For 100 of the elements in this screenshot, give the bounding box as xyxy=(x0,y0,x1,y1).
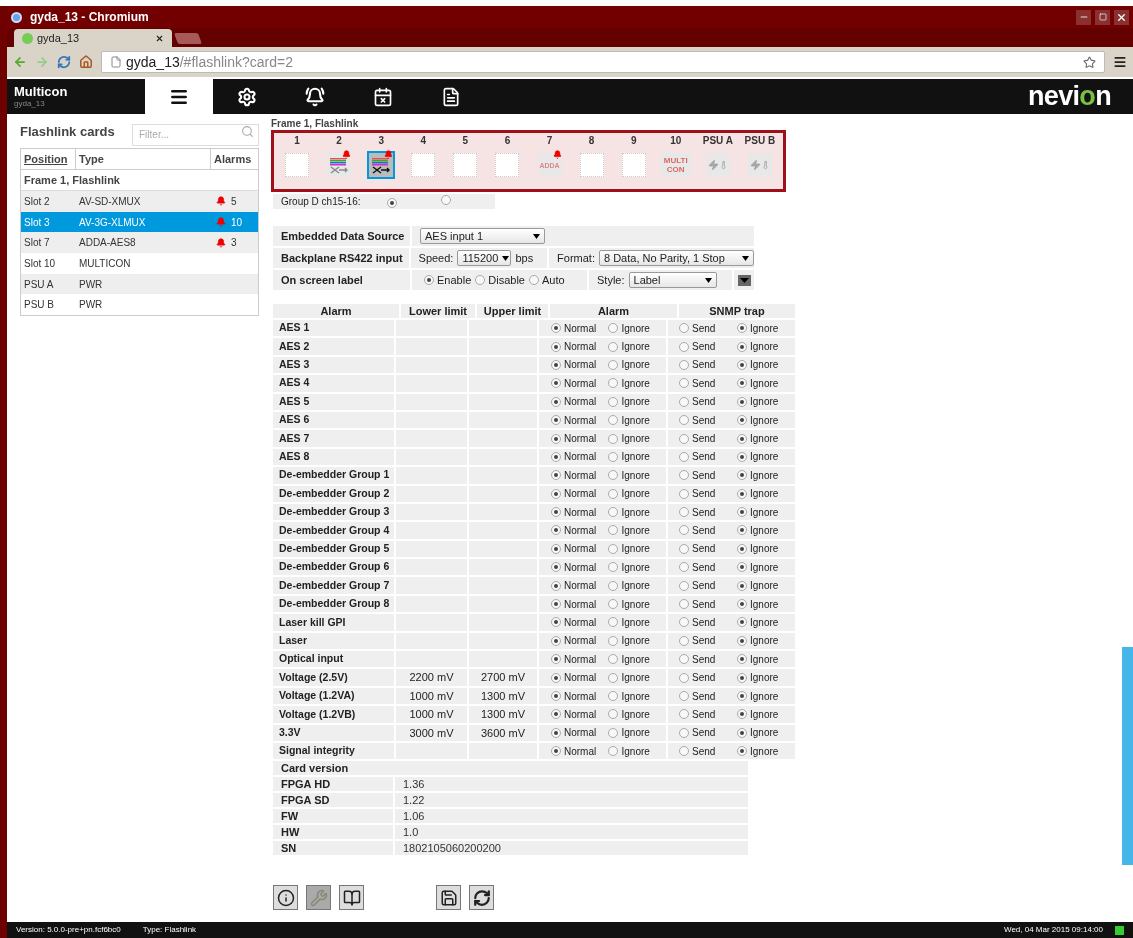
filter-field[interactable]: Filter... xyxy=(132,123,259,146)
radio-button[interactable] xyxy=(737,727,747,738)
radio-button[interactable] xyxy=(608,727,619,738)
radio-button[interactable] xyxy=(737,562,747,573)
radio-button[interactable] xyxy=(551,396,561,407)
radio-button[interactable] xyxy=(737,323,747,334)
radio-button[interactable] xyxy=(608,359,619,370)
radio-button[interactable] xyxy=(608,378,619,389)
radio-button[interactable] xyxy=(608,562,619,573)
radio-button[interactable] xyxy=(386,198,397,208)
radio-button[interactable] xyxy=(608,599,619,610)
radio-button[interactable] xyxy=(737,654,747,665)
home-icon[interactable] xyxy=(79,55,93,69)
radio-button[interactable] xyxy=(737,635,747,646)
card-row[interactable]: Slot 2 AV-SD-XMUX 5 xyxy=(21,191,258,212)
radio-button[interactable] xyxy=(440,195,451,205)
radio-button[interactable] xyxy=(737,470,747,481)
radio-button[interactable] xyxy=(528,275,539,285)
radio-button[interactable] xyxy=(551,507,561,518)
radio-button[interactable] xyxy=(608,396,619,407)
radio-button[interactable] xyxy=(551,727,561,738)
radio-button[interactable] xyxy=(679,691,689,701)
radio-button[interactable] xyxy=(551,359,561,370)
radio-button[interactable] xyxy=(551,580,561,591)
radio-button[interactable] xyxy=(551,599,561,610)
radio-button[interactable] xyxy=(551,617,561,628)
toolbar-button[interactable] xyxy=(436,885,461,911)
radio-button[interactable] xyxy=(608,323,619,334)
radio-button[interactable] xyxy=(551,672,561,683)
browser-tab[interactable]: gyda_13 xyxy=(14,29,172,47)
radio-button[interactable] xyxy=(679,507,689,518)
radio-button[interactable] xyxy=(608,415,619,426)
radio-button[interactable] xyxy=(737,525,747,536)
card-row[interactable]: Slot 7 ADDA-AES8 3 xyxy=(21,232,258,254)
radio-button[interactable] xyxy=(679,727,689,738)
column-header[interactable]: Type xyxy=(76,149,211,169)
radio-button[interactable] xyxy=(551,378,561,389)
radio-button[interactable] xyxy=(608,507,619,518)
maximize-button[interactable] xyxy=(1095,9,1110,25)
new-tab-button[interactable] xyxy=(174,33,202,44)
radio-button[interactable] xyxy=(608,691,619,701)
radio-button[interactable] xyxy=(608,451,619,462)
radio-button[interactable] xyxy=(679,378,689,389)
radio-button[interactable] xyxy=(737,451,747,462)
radio-button[interactable] xyxy=(737,341,747,352)
radio-button[interactable] xyxy=(608,433,619,444)
radio-button[interactable] xyxy=(551,562,561,573)
radio-button[interactable] xyxy=(424,275,434,285)
radio-button[interactable] xyxy=(551,488,561,499)
radio-button[interactable] xyxy=(679,415,689,426)
radio-button[interactable] xyxy=(679,323,689,334)
radio-button[interactable] xyxy=(679,543,689,554)
radio-button[interactable] xyxy=(608,543,619,554)
radio-button[interactable] xyxy=(608,580,619,591)
mux-card-slot[interactable] xyxy=(327,153,352,177)
radio-button[interactable] xyxy=(679,599,689,610)
toolbar-button[interactable] xyxy=(339,885,364,911)
format-select[interactable]: 8 Data, No Parity, 1 Stop xyxy=(599,250,754,266)
radio-button[interactable] xyxy=(608,470,619,481)
radio-button[interactable] xyxy=(551,654,561,665)
radio-button[interactable] xyxy=(679,433,689,444)
card-row[interactable]: PSU A PWR xyxy=(21,273,258,295)
radio-button[interactable] xyxy=(737,746,747,757)
address-bar[interactable]: gyda_13/#flashlink?card=2 xyxy=(101,51,1105,73)
close-button[interactable] xyxy=(1114,9,1129,25)
radio-button[interactable] xyxy=(551,341,561,352)
nav-tab[interactable] xyxy=(145,79,213,114)
radio-button[interactable] xyxy=(737,580,747,591)
radio-button[interactable] xyxy=(551,543,561,554)
radio-button[interactable] xyxy=(737,709,747,720)
radio-button[interactable] xyxy=(551,470,561,481)
radio-button[interactable] xyxy=(551,635,561,646)
speed-select[interactable]: 115200 xyxy=(457,250,512,266)
radio-button[interactable] xyxy=(737,359,747,370)
menu-icon[interactable] xyxy=(1113,55,1127,69)
style-select[interactable]: Label xyxy=(628,272,717,288)
radio-button[interactable] xyxy=(608,525,619,536)
radio-button[interactable] xyxy=(679,654,689,665)
radio-button[interactable] xyxy=(608,672,619,683)
toolbar-button[interactable] xyxy=(469,885,494,911)
column-header[interactable]: Position xyxy=(21,149,76,169)
radio-button[interactable] xyxy=(608,488,619,499)
radio-button[interactable] xyxy=(737,488,747,499)
column-header[interactable]: Alarms xyxy=(211,149,258,169)
radio-button[interactable] xyxy=(608,746,619,757)
radio-button[interactable] xyxy=(679,470,689,481)
radio-button[interactable] xyxy=(679,617,689,628)
radio-button[interactable] xyxy=(551,323,561,334)
reload-icon[interactable] xyxy=(57,55,71,69)
radio-button[interactable] xyxy=(551,415,561,426)
radio-button[interactable] xyxy=(737,415,747,426)
radio-button[interactable] xyxy=(737,691,747,701)
radio-button[interactable] xyxy=(608,654,619,665)
radio-button[interactable] xyxy=(737,617,747,628)
radio-button[interactable] xyxy=(737,543,747,554)
expand-button[interactable] xyxy=(734,270,754,290)
radio-button[interactable] xyxy=(551,709,561,720)
radio-button[interactable] xyxy=(608,709,619,720)
radio-button[interactable] xyxy=(737,396,747,407)
source-select[interactable]: AES input 1 xyxy=(420,228,545,244)
